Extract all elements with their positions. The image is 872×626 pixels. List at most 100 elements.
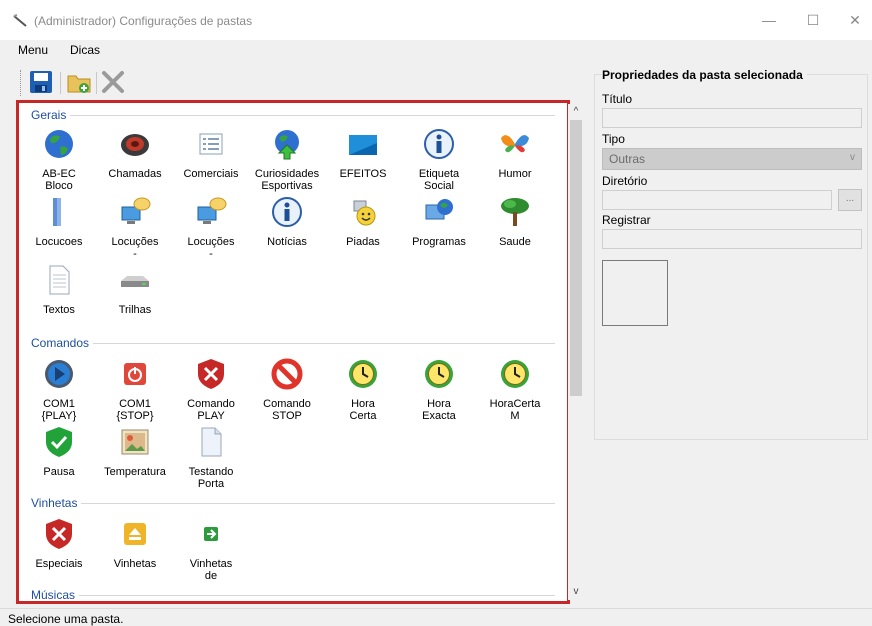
folder-item[interactable]: Programas xyxy=(403,195,475,248)
properties-group xyxy=(594,74,868,440)
folder-item[interactable]: Comando PLAY xyxy=(175,357,247,422)
folder-label: Trilhas xyxy=(118,304,152,316)
group-title-vinhetas: Vinhetas xyxy=(31,496,82,510)
folder-item[interactable]: Trilhas xyxy=(99,263,171,316)
toolbar-separator xyxy=(60,72,61,94)
folder-label: Chamadas xyxy=(108,168,162,180)
folder-label: Pausa xyxy=(43,466,75,478)
folder-item[interactable]: COM1 {PLAY} xyxy=(23,357,95,422)
menu-item-dicas[interactable]: Dicas xyxy=(70,43,100,57)
power-stop-icon xyxy=(124,363,146,385)
menu-bar: Menu Dicas xyxy=(0,40,872,62)
blue-folder-icon xyxy=(53,198,61,226)
status-bar: Selecione uma pasta. xyxy=(0,608,872,626)
scroll-thumb[interactable] xyxy=(570,120,582,396)
shield-x-icon xyxy=(198,359,224,389)
status-text: Selecione uma pasta. xyxy=(8,612,124,626)
folder-label: Vinhetas xyxy=(113,558,157,570)
toolbar-separator-2 xyxy=(96,72,97,94)
registrar-field[interactable] xyxy=(602,229,862,249)
delete-icon[interactable] xyxy=(100,68,126,96)
folder-label: Locucoes xyxy=(35,236,83,248)
folder-item[interactable]: Textos xyxy=(23,263,95,316)
scroll-up-icon[interactable]: ^ xyxy=(568,104,584,120)
folder-item[interactable]: COM1 {STOP} xyxy=(99,357,171,422)
maximize-button[interactable]: ☐ xyxy=(796,8,830,32)
browse-button[interactable]: ... xyxy=(838,189,862,211)
folder-item[interactable]: AB-EC Bloco xyxy=(23,127,95,192)
scroll-down-icon[interactable]: v xyxy=(568,584,584,600)
folder-item[interactable]: Comando STOP xyxy=(251,357,323,422)
blue-screen-icon xyxy=(349,135,377,155)
enter-arrow-icon xyxy=(204,527,218,541)
folder-item[interactable]: EFEITOS xyxy=(327,127,399,180)
computer-chat-icon xyxy=(121,197,151,224)
registrar-label: Registrar xyxy=(602,213,651,227)
folder-item[interactable]: Vinhetas de xyxy=(175,517,247,582)
folder-item[interactable]: Locucoes xyxy=(23,195,95,248)
blank-file-icon xyxy=(201,427,222,457)
folder-label: Textos xyxy=(43,304,75,316)
folder-label: Locuções - xyxy=(187,236,235,260)
toolbar-grip[interactable] xyxy=(20,70,23,96)
list-document-icon xyxy=(199,133,223,155)
folder-item[interactable]: Comerciais xyxy=(175,127,247,180)
chevron-down-icon: v xyxy=(850,152,855,163)
folder-item[interactable]: Hora Certa xyxy=(327,357,399,422)
folder-label: Notícias xyxy=(267,236,307,248)
title-bar: (Administrador) Configurações de pastas … xyxy=(0,0,872,40)
titulo-field[interactable] xyxy=(602,108,862,128)
folder-item[interactable]: Especiais xyxy=(23,517,95,570)
clock-icon xyxy=(501,360,529,388)
folder-item[interactable]: Vinhetas xyxy=(99,517,171,570)
folder-label: Locuções - xyxy=(111,236,159,260)
vertical-scrollbar[interactable]: ^ v xyxy=(568,104,584,600)
picture-icon xyxy=(121,429,149,455)
add-folder-icon[interactable] xyxy=(66,68,92,96)
shield-check-icon xyxy=(46,427,72,457)
folder-label: Programas xyxy=(412,236,466,248)
close-button[interactable]: ✕ xyxy=(838,8,872,32)
menu-item-menu[interactable]: Menu xyxy=(18,43,48,57)
folder-item[interactable]: Hora Exacta xyxy=(403,357,475,422)
minimize-button[interactable]: — xyxy=(752,8,786,32)
group-divider xyxy=(31,595,555,596)
save-icon[interactable] xyxy=(28,68,54,96)
no-entry-icon xyxy=(271,358,303,390)
folder-item[interactable]: Testando Porta xyxy=(175,425,247,490)
folder-label: AB-EC Bloco xyxy=(42,168,76,192)
shield-x-icon xyxy=(46,519,72,549)
folder-item[interactable]: HoraCerta M xyxy=(479,357,551,422)
folder-item[interactable]: Temperatura xyxy=(99,425,171,478)
group-divider xyxy=(31,343,555,344)
folder-item[interactable]: Locuções - xyxy=(175,195,247,260)
folder-item[interactable]: Humor xyxy=(479,127,551,180)
tipo-select[interactable]: Outras v xyxy=(602,148,862,170)
window-title: (Administrador) Configurações de pastas xyxy=(34,14,253,28)
folder-item[interactable]: Etiqueta Social xyxy=(403,127,475,192)
folder-label: Comerciais xyxy=(183,168,239,180)
group-title-comandos: Comandos xyxy=(31,336,94,350)
computer-chat-icon xyxy=(197,197,227,224)
diretorio-field[interactable] xyxy=(602,190,832,210)
folder-item[interactable]: Curiosidades Esportivas xyxy=(251,127,323,192)
folder-item[interactable]: Chamadas xyxy=(99,127,171,180)
tipo-value: Outras xyxy=(609,152,646,166)
icon-preview-box[interactable] xyxy=(602,260,668,326)
folder-item[interactable]: Saude xyxy=(479,195,551,248)
folder-label: Piadas xyxy=(346,236,380,248)
folder-item[interactable]: Pausa xyxy=(23,425,95,478)
folder-label: Temperatura xyxy=(104,466,166,478)
speaker-icon xyxy=(121,134,149,156)
folder-item[interactable]: Notícias xyxy=(251,195,323,248)
properties-title: Propriedades da pasta selecionada xyxy=(602,68,807,82)
folder-item[interactable]: Locuções - xyxy=(99,195,171,260)
tree-icon xyxy=(501,198,529,226)
text-file-icon xyxy=(49,265,70,295)
folder-label: EFEITOS xyxy=(339,168,387,180)
folder-item[interactable]: Piadas xyxy=(327,195,399,248)
drive-icon xyxy=(121,276,149,287)
folder-list-panel[interactable]: Gerais AB-EC Bloco Chamadas Comerciais C… xyxy=(16,100,570,604)
folder-label: HoraCerta M xyxy=(489,398,541,422)
butterfly-icon xyxy=(501,135,529,153)
